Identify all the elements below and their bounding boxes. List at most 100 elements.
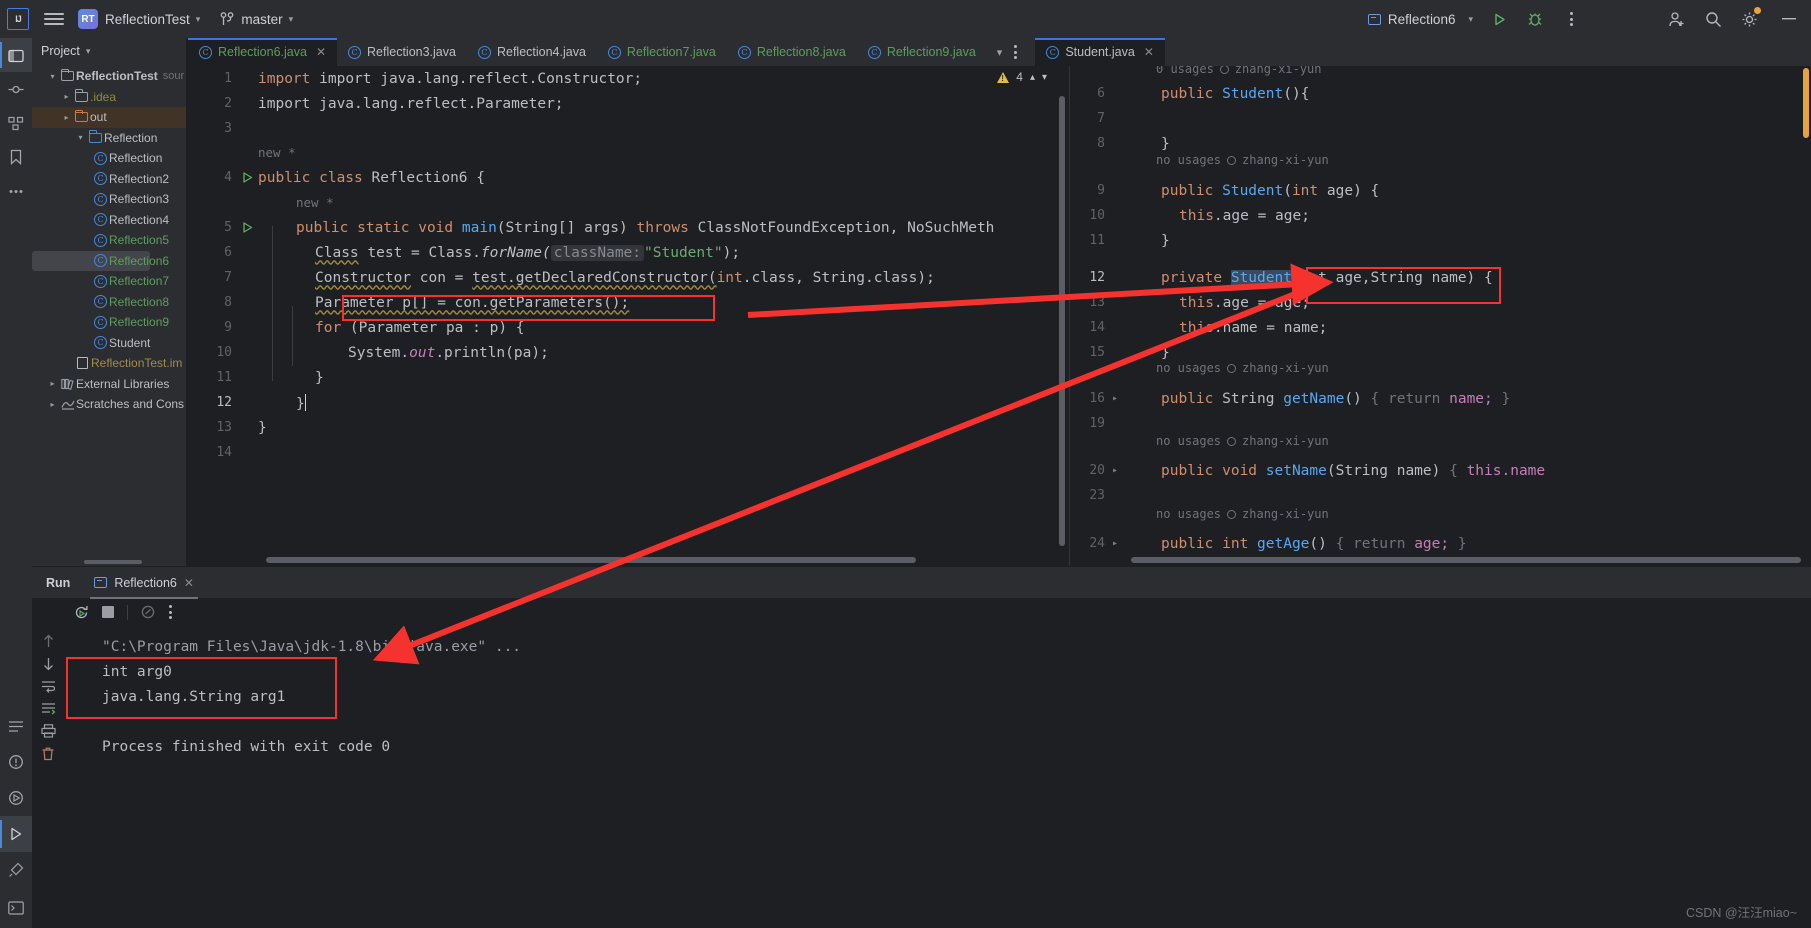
chevron-right-icon[interactable]: ▸ bbox=[1109, 538, 1121, 549]
close-icon[interactable]: ✕ bbox=[316, 45, 326, 59]
usage-hint[interactable]: no usages zhang-xi-yun bbox=[1156, 153, 1329, 167]
chevron-right-icon[interactable]: ▸ bbox=[1109, 465, 1121, 476]
structure-tool-icon[interactable] bbox=[0, 106, 32, 140]
tree-item-reflection[interactable]: C Reflection bbox=[32, 148, 186, 169]
run-gutter-icon[interactable] bbox=[236, 221, 258, 234]
intellij-logo-icon[interactable]: IJ bbox=[0, 0, 36, 38]
chevron-down-icon[interactable]: ▾ bbox=[74, 133, 87, 142]
chevron-down-icon[interactable]: ▾ bbox=[1042, 72, 1047, 83]
usage-hint[interactable]: 0 usages zhang-xi-yun bbox=[1156, 66, 1322, 76]
editor-horizontal-scrollbar[interactable] bbox=[1131, 557, 1801, 563]
tree-item-reflectiontest[interactable]: ▾ ReflectionTest sour bbox=[32, 66, 186, 87]
tree-item-iml[interactable]: ReflectionTest.im bbox=[32, 353, 186, 374]
close-icon[interactable]: ✕ bbox=[184, 576, 194, 590]
editor-horizontal-scrollbar[interactable] bbox=[266, 557, 916, 563]
tab-reflection8-java[interactable]: C Reflection8.java bbox=[727, 38, 857, 66]
project-panel-header[interactable]: Project ▾ bbox=[32, 38, 186, 64]
chevron-down-icon[interactable]: ▾ bbox=[86, 46, 91, 57]
todo-tool-icon[interactable] bbox=[0, 708, 32, 744]
run-configuration-selector[interactable]: Reflection6 ▾ bbox=[1360, 6, 1481, 32]
chevron-right-icon[interactable]: ▸ bbox=[46, 400, 59, 409]
add-user-icon[interactable] bbox=[1659, 0, 1695, 38]
hamburger-icon[interactable] bbox=[36, 0, 72, 38]
tree-item-external-libraries[interactable]: ▸ External Libraries bbox=[32, 374, 186, 395]
editor-pane-student[interactable]: 0 usages zhang-xi-yun 6 public Student()… bbox=[1071, 66, 1811, 566]
more-vertical-icon[interactable] bbox=[169, 605, 172, 619]
bookmarks-tool-icon[interactable] bbox=[0, 140, 32, 174]
more-vertical-icon[interactable] bbox=[1553, 0, 1589, 38]
sidebar-horizontal-scrollbar[interactable] bbox=[84, 560, 142, 564]
tree-item-reflection4[interactable]: C Reflection4 bbox=[32, 210, 186, 231]
services-tool-icon[interactable] bbox=[0, 780, 32, 816]
chevron-right-icon[interactable]: ▸ bbox=[1109, 393, 1121, 404]
chevron-down-icon[interactable]: ▾ bbox=[46, 72, 59, 81]
tab-reflection6-java[interactable]: C Reflection6.java ✕ bbox=[188, 38, 338, 66]
project-tool-icon[interactable] bbox=[0, 38, 32, 72]
usage-hint[interactable]: no usages zhang-xi-yun bbox=[1156, 434, 1329, 448]
editor-tab-strip: C Reflection6.java ✕ C Reflection3.java … bbox=[188, 38, 1811, 66]
tree-item-scratches[interactable]: ▸ Scratches and Cons bbox=[32, 394, 186, 415]
inspection-widget[interactable]: 4 ▴ ▾ bbox=[997, 70, 1047, 84]
usage-hint[interactable]: no usages zhang-xi-yun bbox=[1156, 507, 1329, 521]
build-tool-icon[interactable] bbox=[0, 852, 32, 888]
tab-student-java[interactable]: C Student.java ✕ bbox=[1035, 38, 1165, 66]
tree-item-reflection-package[interactable]: ▾ Reflection bbox=[32, 128, 186, 149]
run-tab-reflection6[interactable]: Reflection6 ✕ bbox=[84, 567, 204, 599]
more-tool-icon[interactable] bbox=[0, 174, 32, 208]
branch-selector[interactable]: master ▾ bbox=[214, 0, 299, 38]
scroll-to-end-icon[interactable] bbox=[41, 702, 56, 715]
tree-item-reflection7[interactable]: C Reflection7 bbox=[32, 271, 186, 292]
chevron-up-icon[interactable]: ▴ bbox=[1030, 72, 1035, 83]
code-line: 6 Class test = Class.forName(className: "… bbox=[188, 240, 1069, 265]
tree-item-reflection2[interactable]: C Reflection2 bbox=[32, 169, 186, 190]
scroll-up-icon[interactable] bbox=[42, 634, 55, 648]
close-icon[interactable]: ✕ bbox=[1144, 45, 1154, 59]
clear-all-icon[interactable] bbox=[41, 747, 55, 761]
problems-tool-icon[interactable] bbox=[0, 744, 32, 780]
tree-item-reflection3[interactable]: C Reflection3 bbox=[32, 189, 186, 210]
chevron-right-icon[interactable]: ▸ bbox=[46, 379, 59, 388]
commit-tool-icon[interactable] bbox=[0, 72, 32, 106]
project-tree[interactable]: ▾ ReflectionTest sour ▸ .idea ▸ out ▾ Re… bbox=[32, 66, 186, 556]
project-selector[interactable]: RT ReflectionTest ▾ bbox=[72, 0, 206, 38]
chevron-right-icon[interactable]: ▸ bbox=[60, 92, 73, 101]
stop-icon[interactable] bbox=[102, 606, 114, 618]
tree-item-reflection9[interactable]: C Reflection9 bbox=[32, 312, 186, 333]
line-number: 13 bbox=[216, 420, 232, 435]
code-content-student[interactable]: 0 usages zhang-xi-yun 6 public Student()… bbox=[1071, 66, 1811, 566]
tree-item-reflection5[interactable]: C Reflection5 bbox=[32, 230, 186, 251]
print-icon[interactable] bbox=[40, 724, 56, 738]
usage-hint[interactable]: no usages zhang-xi-yun bbox=[1156, 361, 1329, 375]
tree-item-reflection8[interactable]: C Reflection8 bbox=[32, 292, 186, 313]
terminal-tool-icon[interactable] bbox=[0, 888, 32, 928]
tab-reflection3-java[interactable]: C Reflection3.java bbox=[337, 38, 467, 66]
soft-wrap-icon[interactable] bbox=[41, 680, 56, 693]
code-text: import java.lang.reflect.Parameter; bbox=[258, 95, 564, 112]
search-icon[interactable] bbox=[1695, 0, 1731, 38]
minimize-icon[interactable] bbox=[1767, 0, 1811, 38]
code-line: 23 bbox=[1071, 483, 1811, 508]
editor-vertical-scrollbar[interactable] bbox=[1803, 68, 1809, 138]
chevron-right-icon[interactable]: ▸ bbox=[60, 113, 73, 122]
chevron-down-icon[interactable]: ▾ bbox=[997, 46, 1003, 59]
run-tool-icon[interactable] bbox=[0, 816, 32, 852]
tree-item-student[interactable]: C Student bbox=[32, 333, 186, 354]
tree-item-idea[interactable]: ▸ .idea bbox=[32, 87, 186, 108]
tab-reflection7-java[interactable]: C Reflection7.java bbox=[597, 38, 727, 66]
person-icon bbox=[1227, 436, 1237, 446]
scroll-down-icon[interactable] bbox=[42, 657, 55, 671]
run-icon[interactable] bbox=[1481, 0, 1517, 38]
editor-vertical-scrollbar[interactable] bbox=[1059, 96, 1065, 546]
left-activity-bar bbox=[0, 38, 32, 928]
filter-icon[interactable] bbox=[141, 605, 156, 620]
tree-item-out[interactable]: ▸ out bbox=[32, 107, 186, 128]
gear-icon[interactable] bbox=[1731, 0, 1767, 38]
tab-reflection9-java[interactable]: C Reflection9.java bbox=[857, 38, 987, 66]
more-vertical-icon[interactable] bbox=[1014, 45, 1018, 59]
tree-item-reflection6[interactable]: C Reflection6 bbox=[32, 250, 169, 271]
debug-icon[interactable] bbox=[1517, 0, 1553, 38]
tab-reflection4-java[interactable]: C Reflection4.java bbox=[467, 38, 597, 66]
run-gutter-icon[interactable] bbox=[236, 171, 258, 184]
rerun-icon[interactable] bbox=[74, 605, 89, 620]
line-number: 9 bbox=[1097, 183, 1105, 198]
